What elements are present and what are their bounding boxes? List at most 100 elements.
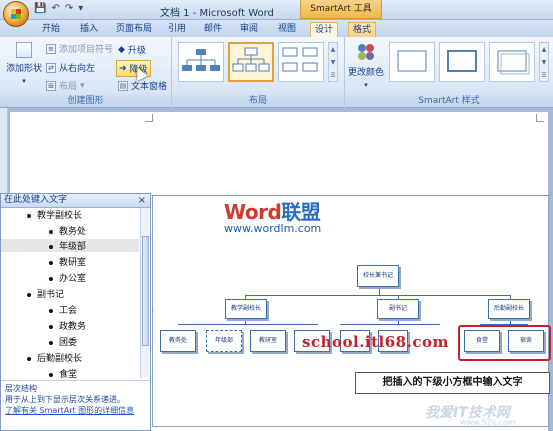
org-node-level1[interactable]: 后勤副校长 bbox=[488, 299, 530, 319]
demote-arrow-icon: ➜ bbox=[119, 63, 127, 74]
hierarchy-layout-icon bbox=[232, 47, 270, 72]
tab-page-layout[interactable]: 页面布局 bbox=[112, 22, 156, 37]
wordlm-url: www.wordlm.com bbox=[224, 222, 322, 235]
color-palette-icon bbox=[358, 44, 374, 60]
hierarchy-layout-icon bbox=[282, 47, 318, 72]
ribbon: 添加形状 ▾ ≡ 添加项目符号 ⇄ 从右向左 ⊞ 布局 ▾ ◆ 升级 ➜ 降级 … bbox=[0, 37, 553, 108]
dropdown-icon[interactable]: ▾ bbox=[78, 3, 83, 14]
add-shape-button[interactable]: 添加形状 ▾ bbox=[6, 42, 42, 85]
org-node-level2[interactable]: 教务处 bbox=[160, 330, 196, 352]
group-smartart-styles: 更改颜色 ▾ ▲ ▼ ☰ SmartArt 样式 bbox=[345, 37, 553, 108]
tab-format[interactable]: 格式 bbox=[348, 22, 377, 37]
bullet-icon bbox=[49, 372, 53, 377]
chevron-down-icon: ▾ bbox=[22, 77, 26, 85]
bullet-icon bbox=[27, 292, 31, 297]
style-option-1[interactable] bbox=[389, 42, 435, 82]
bullet-icon bbox=[49, 340, 53, 345]
text-pane-item[interactable]: 副书记 bbox=[27, 287, 64, 300]
tab-design[interactable]: 设计 bbox=[310, 22, 339, 37]
style-gallery-scroll[interactable]: ▲ ▼ ☰ bbox=[539, 42, 549, 82]
style-preview-icon bbox=[447, 50, 477, 72]
highlight-box bbox=[458, 325, 551, 361]
bullet-icon bbox=[49, 276, 53, 281]
school-watermark: school.itl68.com bbox=[302, 333, 449, 351]
layout-option-hierarchy-1[interactable] bbox=[178, 42, 224, 82]
connector-line bbox=[340, 324, 440, 325]
bullet-icon bbox=[49, 260, 53, 265]
change-colors-button[interactable]: 更改颜色 ▾ bbox=[348, 42, 384, 89]
wordlm-logo: Word联盟 bbox=[224, 200, 321, 224]
tab-home[interactable]: 开始 bbox=[38, 22, 64, 37]
promote-button[interactable]: ◆ 升级 bbox=[118, 43, 146, 57]
text-pane-title: 在此处键入文字 bbox=[4, 195, 68, 205]
add-bullet-button[interactable]: ≡ 添加项目符号 bbox=[46, 42, 113, 55]
text-pane-button[interactable]: ▤ 文本窗格 bbox=[118, 79, 167, 92]
layout-dropdown-button[interactable]: ⊞ 布局 ▾ bbox=[46, 79, 85, 92]
text-pane-item[interactable]: 食堂 bbox=[49, 367, 77, 378]
resize-handle[interactable]: ⋯ bbox=[545, 192, 551, 199]
text-pane-item[interactable]: 团委 bbox=[49, 335, 77, 348]
text-pane-item[interactable]: 后勤副校长 bbox=[27, 351, 82, 364]
layout-option-hierarchy-3[interactable] bbox=[278, 42, 324, 82]
text-pane-scrollbar[interactable] bbox=[140, 208, 149, 378]
add-shape-icon bbox=[16, 42, 32, 58]
tab-references[interactable]: 引用 bbox=[164, 22, 190, 37]
text-pane-item[interactable]: 教研室 bbox=[49, 255, 86, 268]
org-node-level1[interactable]: 副书记 bbox=[377, 299, 419, 319]
redo-icon[interactable]: ↷ bbox=[65, 3, 73, 14]
org-node-level2[interactable]: 年级部 bbox=[206, 330, 242, 352]
connector-line bbox=[245, 295, 510, 296]
close-icon[interactable]: × bbox=[138, 194, 146, 207]
layout-gallery-scroll[interactable]: ▲ ▼ ☰ bbox=[328, 42, 338, 82]
title-bar: 💾 ↶ ↷ ▾ 文档 1 - Microsoft Word SmartArt 工… bbox=[0, 0, 553, 27]
learn-more-link[interactable]: 了解有关 SmartArt 图形的详细信息 bbox=[5, 405, 146, 416]
bullet-icon bbox=[49, 308, 53, 313]
right-to-left-icon: ⇄ bbox=[46, 62, 56, 73]
layout-description: 用于从上到下显示层次关系递进。 bbox=[5, 395, 125, 404]
org-node-level1[interactable]: 教学副校长 bbox=[225, 299, 267, 319]
tab-review[interactable]: 审阅 bbox=[236, 22, 262, 37]
hierarchy-layout-icon bbox=[182, 49, 220, 71]
tab-insert[interactable]: 插入 bbox=[76, 22, 102, 37]
site-watermark-url: www.52ij.com bbox=[460, 418, 516, 427]
bullet-icon bbox=[27, 356, 31, 361]
org-node-level2[interactable]: 教研室 bbox=[250, 330, 286, 352]
save-icon[interactable]: 💾 bbox=[34, 3, 46, 14]
style-option-3[interactable] bbox=[489, 42, 535, 82]
text-pane-item[interactable]: 教学副校长 bbox=[27, 208, 82, 221]
layout-heading: 层次结构 bbox=[5, 384, 37, 393]
layout-option-hierarchy-2[interactable] bbox=[228, 42, 274, 82]
group-label-layouts: 布局 bbox=[172, 95, 344, 107]
undo-icon[interactable]: ↶ bbox=[51, 3, 59, 14]
margin-corner-mark bbox=[145, 114, 153, 122]
annotation-caption: 把插入的下级小方框中输入文字 bbox=[355, 372, 550, 394]
text-pane-list[interactable]: 教学副校长 教务处 年级部 教研室 办公室 副书记 工会 政教务 团委 后勤副校… bbox=[1, 208, 141, 378]
text-pane-item[interactable]: 办公室 bbox=[49, 271, 86, 284]
text-pane-header: 在此处键入文字 × bbox=[1, 194, 150, 208]
scrollbar-thumb[interactable] bbox=[142, 236, 149, 346]
tab-mailings[interactable]: 邮件 bbox=[200, 22, 226, 37]
org-node-root[interactable]: 校长兼书记 bbox=[357, 265, 399, 287]
text-pane-item[interactable]: 工会 bbox=[49, 303, 77, 316]
right-to-left-button[interactable]: ⇄ 从右向左 bbox=[46, 61, 95, 74]
office-button[interactable] bbox=[3, 1, 29, 27]
text-pane-footer: 层次结构 用于从上到下显示层次关系递进。 了解有关 SmartArt 图形的详细… bbox=[1, 380, 150, 430]
tab-view[interactable]: 视图 bbox=[274, 22, 300, 37]
style-option-2[interactable] bbox=[439, 42, 485, 82]
bullet-icon: ≡ bbox=[46, 43, 56, 54]
chevron-down-icon: ▾ bbox=[364, 81, 368, 89]
style-preview-icon bbox=[397, 50, 427, 72]
window-title: 文档 1 - Microsoft Word bbox=[160, 8, 274, 19]
group-label-smartart-styles: SmartArt 样式 bbox=[345, 95, 553, 107]
bullet-icon bbox=[49, 324, 53, 329]
text-pane-item[interactable]: 政教务 bbox=[49, 319, 86, 332]
text-pane-item[interactable]: 教务处 bbox=[49, 224, 86, 237]
bullet-icon bbox=[49, 244, 53, 249]
text-pane-item-selected[interactable]: 年级部 bbox=[1, 239, 139, 252]
group-label-create-graphic: 创建图形 bbox=[0, 95, 171, 107]
text-pane-icon: ▤ bbox=[118, 80, 128, 91]
chevron-down-icon: ▾ bbox=[80, 80, 85, 91]
style-preview-icon bbox=[497, 50, 530, 75]
bullet-icon bbox=[27, 213, 31, 218]
smartart-text-pane: 在此处键入文字 × 教学副校长 教务处 年级部 教研室 办公室 副书记 工会 政… bbox=[0, 193, 151, 431]
